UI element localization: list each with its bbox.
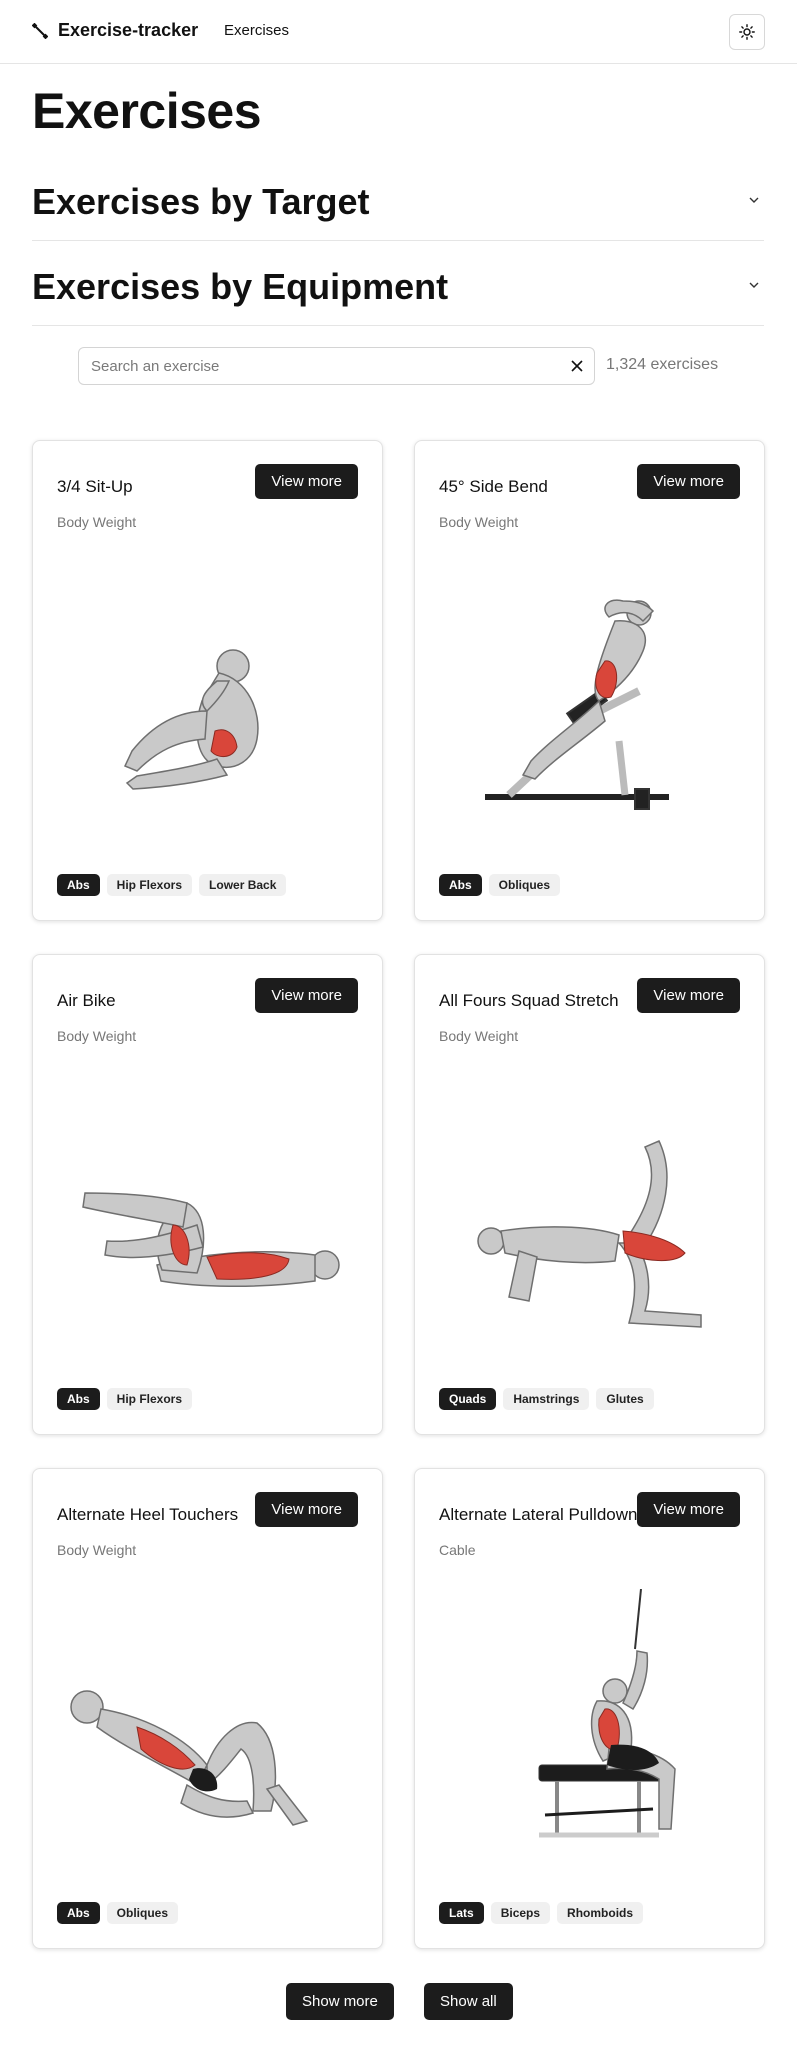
brand[interactable]: Exercise-tracker xyxy=(32,20,198,41)
accordion-label: Exercises by Equipment xyxy=(32,266,449,307)
muscle-tags: Lats Biceps Rhomboids xyxy=(439,1902,644,1924)
card-title: Alternate Heel Touchers xyxy=(57,1505,239,1524)
card-equipment: Body Weight xyxy=(439,1028,519,1044)
nav-link-exercises[interactable]: Exercises xyxy=(224,22,289,39)
exercise-card: Alternate Heel Touchers View more Body W… xyxy=(32,1468,383,1949)
muscle-tags: Abs Hip Flexors xyxy=(57,1388,193,1410)
tag: Obliques xyxy=(488,874,561,896)
exercise-card: Alternate Lateral Pulldown View more Cab… xyxy=(414,1468,765,1949)
exercise-card: 3/4 Sit-Up View more Body Weight Abs Hip… xyxy=(32,440,383,921)
tag: Quads xyxy=(439,1388,497,1410)
tag: Abs xyxy=(57,1388,100,1410)
top-navbar: Exercise-tracker Exercises xyxy=(0,0,797,64)
tag: Biceps xyxy=(490,1902,551,1924)
tag: Hip Flexors xyxy=(106,1388,193,1410)
exercise-illustration xyxy=(485,599,669,810)
tag: Hamstrings xyxy=(503,1388,590,1410)
card-title: Air Bike xyxy=(57,991,116,1010)
accordion-exercises-by-equipment[interactable]: Exercises by Equipment xyxy=(32,241,764,326)
exercise-card: All Fours Squad Stretch View more Body W… xyxy=(414,954,765,1435)
tag: Lower Back xyxy=(199,874,287,896)
card-title: Alternate Lateral Pulldown xyxy=(439,1505,638,1524)
exercise-illustration xyxy=(123,649,259,790)
close-icon[interactable] xyxy=(570,359,584,373)
brand-name: Exercise-tracker xyxy=(58,20,199,40)
sun-icon xyxy=(739,24,755,40)
card-title: 45° Side Bend xyxy=(439,477,548,496)
accordion-exercises-by-target[interactable]: Exercises by Target xyxy=(32,156,764,241)
search-input[interactable] xyxy=(91,348,561,384)
tag: Abs xyxy=(57,1902,100,1924)
card-equipment: Body Weight xyxy=(57,1542,137,1558)
chevron-down-icon xyxy=(749,282,759,288)
muscle-tags: Quads Hamstrings Glutes xyxy=(439,1388,654,1410)
chevron-down-icon xyxy=(749,197,759,203)
theme-toggle-button[interactable] xyxy=(729,14,765,50)
page-title: Exercises xyxy=(32,83,262,139)
view-more-button[interactable]: View more xyxy=(255,978,358,1013)
card-equipment: Body Weight xyxy=(57,514,137,530)
view-more-button[interactable]: View more xyxy=(255,1492,358,1527)
exercise-illustration xyxy=(477,1140,702,1328)
search-box xyxy=(78,347,595,385)
tag: Lats xyxy=(439,1902,484,1924)
view-more-button[interactable]: View more xyxy=(255,464,358,499)
card-title: 3/4 Sit-Up xyxy=(57,477,133,496)
exercise-illustration xyxy=(538,1589,676,1838)
dumbbell-icon xyxy=(32,22,48,39)
tag: Glutes xyxy=(596,1388,654,1410)
exercise-card: Air Bike View more Body Weight Abs Hip F… xyxy=(32,954,383,1435)
muscle-tags: Abs Hip Flexors Lower Back xyxy=(57,874,287,896)
card-title: All Fours Squad Stretch xyxy=(439,991,619,1010)
tag: Rhomboids xyxy=(557,1902,644,1924)
show-more-button[interactable]: Show more xyxy=(286,1983,394,2020)
view-more-button[interactable]: View more xyxy=(637,978,740,1013)
tag: Abs xyxy=(57,874,100,896)
view-more-button[interactable]: View more xyxy=(637,464,740,499)
accordion-label: Exercises by Target xyxy=(32,181,370,222)
tag: Hip Flexors xyxy=(106,874,193,896)
exercise-illustration xyxy=(82,1192,340,1288)
tag: Abs xyxy=(439,874,482,896)
muscle-tags: Abs Obliques xyxy=(439,874,561,896)
view-more-button[interactable]: View more xyxy=(637,1492,740,1527)
card-equipment: Cable xyxy=(439,1542,476,1558)
exercise-illustration xyxy=(70,1690,309,1826)
exercise-card: 45° Side Bend View more Body Weight Abs … xyxy=(414,440,765,921)
show-all-button[interactable]: Show all xyxy=(424,1983,513,2020)
exercise-count: 1,324 exercises xyxy=(606,356,719,373)
card-equipment: Body Weight xyxy=(439,514,519,530)
card-equipment: Body Weight xyxy=(57,1028,137,1044)
tag: Obliques xyxy=(106,1902,179,1924)
muscle-tags: Abs Obliques xyxy=(57,1902,179,1924)
